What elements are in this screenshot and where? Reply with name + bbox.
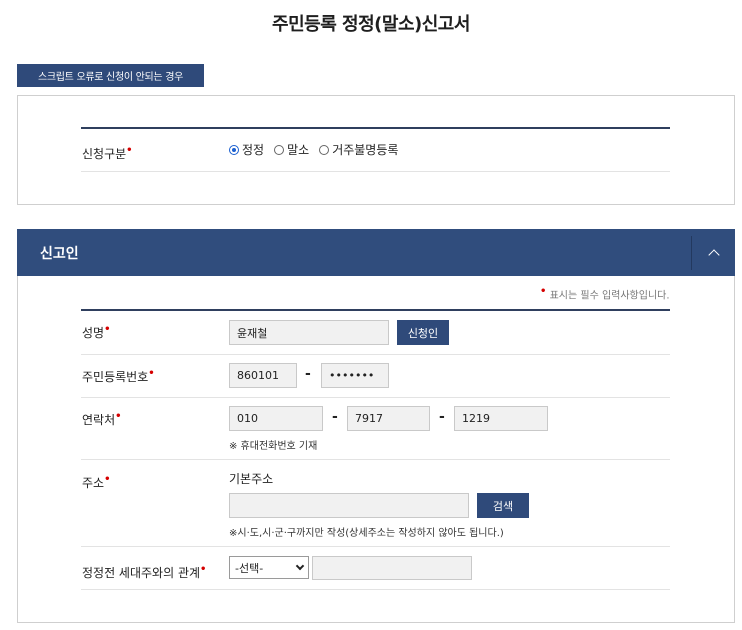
address-field[interactable] [229, 493, 469, 518]
contact-hint: ※ 휴대전화번호 기재 [229, 441, 318, 452]
radio-correction-label: 정정 [242, 143, 265, 157]
radio-unknown-residence-label: 거주불명등록 [332, 143, 399, 157]
contact-part2-field[interactable]: 7917 [347, 406, 430, 431]
panel-top-rule [81, 127, 670, 129]
resident-number-back-field[interactable]: ••••••• [321, 363, 389, 388]
name-field[interactable]: 윤재철 [229, 320, 389, 345]
address-label: 주소• [82, 474, 111, 491]
application-type-radio-group: 정정 말소 거주불명등록 [229, 141, 398, 158]
radio-correction-dot[interactable] [229, 144, 239, 155]
applicant-button[interactable]: 신청인 [397, 320, 449, 345]
address-label-text: 주소 [82, 476, 105, 490]
row-divider [81, 354, 670, 355]
collapse-button[interactable] [691, 236, 735, 270]
radio-correction[interactable]: 정정 [229, 141, 264, 158]
reporter-section-title: 신고인 [40, 246, 79, 262]
radio-unknown-residence-dot[interactable] [319, 144, 330, 155]
contact-label: 연락처• [82, 411, 122, 428]
application-type-label-text: 신청구분 [82, 147, 127, 161]
chevron-down-icon [295, 561, 305, 571]
page-title: 주민등록 정정(말소)신고서 [272, 14, 470, 35]
radio-deletion[interactable]: 말소 [274, 141, 309, 158]
row-divider [81, 589, 670, 590]
relation-label: 정정전 세대주와의 관계• [82, 564, 206, 581]
row-divider [81, 397, 670, 398]
required-mark: • [126, 145, 133, 156]
name-label-text: 성명 [82, 326, 105, 340]
name-label: 성명• [82, 324, 111, 341]
application-type-label: 신청구분• [82, 145, 133, 162]
contact-part1-field[interactable]: 010 [229, 406, 323, 431]
required-mark: • [104, 324, 111, 335]
relation-label-text: 정정전 세대주와의 관계 [82, 566, 201, 580]
dash-separator: - [305, 366, 311, 382]
required-mark: • [148, 368, 155, 379]
address-search-button[interactable]: 검색 [477, 493, 529, 518]
script-error-button[interactable]: 스크립트 오류로 신청이 안되는 경우 [17, 64, 204, 87]
contact-label-text: 연락처 [82, 413, 116, 427]
radio-deletion-label: 말소 [287, 143, 310, 157]
resident-number-label-text: 주민등록번호 [82, 370, 149, 384]
required-mark: • [540, 286, 547, 297]
dash-separator: - [332, 409, 338, 425]
address-hint: ※시·도,시·군·구까지만 작성(상세주소는 작성하지 않아도 됩니다.) [229, 528, 504, 539]
form-top-rule [81, 309, 670, 311]
relation-select-value: -선택- [235, 561, 264, 575]
dash-separator: - [439, 409, 445, 425]
radio-unknown-residence[interactable]: 거주불명등록 [319, 141, 398, 158]
relation-input[interactable] [312, 556, 472, 580]
chevron-up-icon [707, 249, 720, 261]
row-divider [81, 171, 670, 172]
required-mark: • [115, 411, 122, 422]
reporter-section-header [17, 229, 735, 276]
resident-number-label: 주민등록번호• [82, 368, 155, 385]
radio-deletion-dot[interactable] [274, 144, 285, 155]
required-mark: • [104, 474, 111, 485]
address-sub-label: 기본주소 [229, 472, 274, 486]
required-note: • 표시는 필수 입력사항입니다. [540, 286, 670, 301]
relation-select[interactable]: -선택- [229, 556, 309, 579]
required-note-text: 표시는 필수 입력사항입니다. [549, 290, 670, 302]
contact-part3-field[interactable]: 1219 [454, 406, 548, 431]
required-mark: • [200, 564, 207, 575]
row-divider [81, 546, 670, 547]
resident-number-front-field[interactable]: 860101 [229, 363, 297, 388]
row-divider [81, 459, 670, 460]
